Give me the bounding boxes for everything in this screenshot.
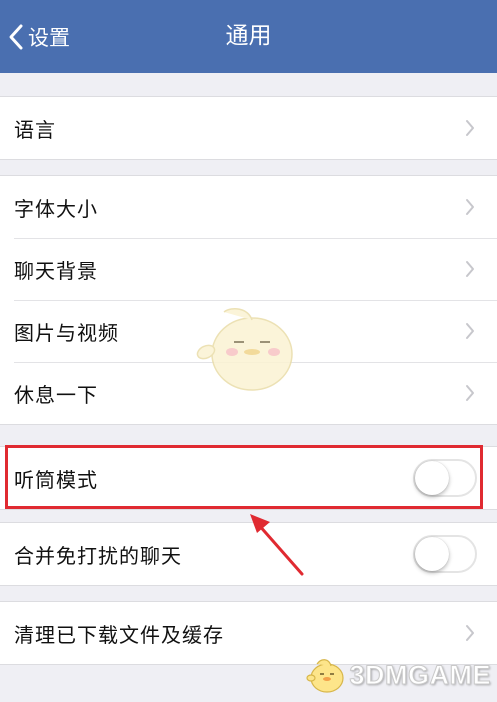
settings-group-earpiece: 听筒模式 — [0, 446, 497, 510]
settings-item-label: 聊天背景 — [14, 258, 98, 283]
watermark: 3DMGAME — [305, 654, 491, 696]
navigation-bar: 设置 通用 — [0, 0, 497, 73]
settings-item-label: 语言 — [14, 117, 56, 142]
settings-item-chat-background[interactable]: 聊天背景 — [0, 238, 497, 300]
settings-group-language: 语言 — [0, 96, 497, 160]
annotation-arrow-icon — [250, 514, 304, 576]
page-title: 通用 — [225, 23, 272, 49]
chevron-right-icon — [465, 384, 475, 402]
settings-item-label: 字体大小 — [14, 196, 98, 221]
toggle-knob — [415, 461, 449, 495]
settings-item-font-size[interactable]: 字体大小 — [0, 176, 497, 238]
settings-item-label: 清理已下载文件及缓存 — [14, 622, 224, 647]
settings-item-label: 听筒模式 — [14, 467, 98, 492]
merge-muted-chats-toggle[interactable] — [413, 535, 477, 573]
chevron-right-icon — [465, 260, 475, 278]
watermark-text: 3DMGAME — [349, 659, 491, 690]
chevron-right-icon — [465, 119, 475, 137]
earpiece-mode-toggle[interactable] — [413, 459, 477, 497]
chevron-right-icon — [465, 624, 475, 642]
mascot-icon — [196, 307, 293, 391]
toggle-knob — [415, 537, 449, 571]
chevron-right-icon — [465, 322, 475, 340]
mascot-icon — [306, 659, 345, 693]
settings-item-language[interactable]: 语言 — [0, 97, 497, 159]
settings-item-earpiece-mode: 听筒模式 — [0, 447, 497, 509]
settings-item-label: 合并免打扰的聊天 — [14, 543, 182, 568]
settings-item-label: 图片与视频 — [14, 320, 119, 345]
settings-item-label: 休息一下 — [14, 382, 98, 407]
chevron-right-icon — [465, 198, 475, 216]
